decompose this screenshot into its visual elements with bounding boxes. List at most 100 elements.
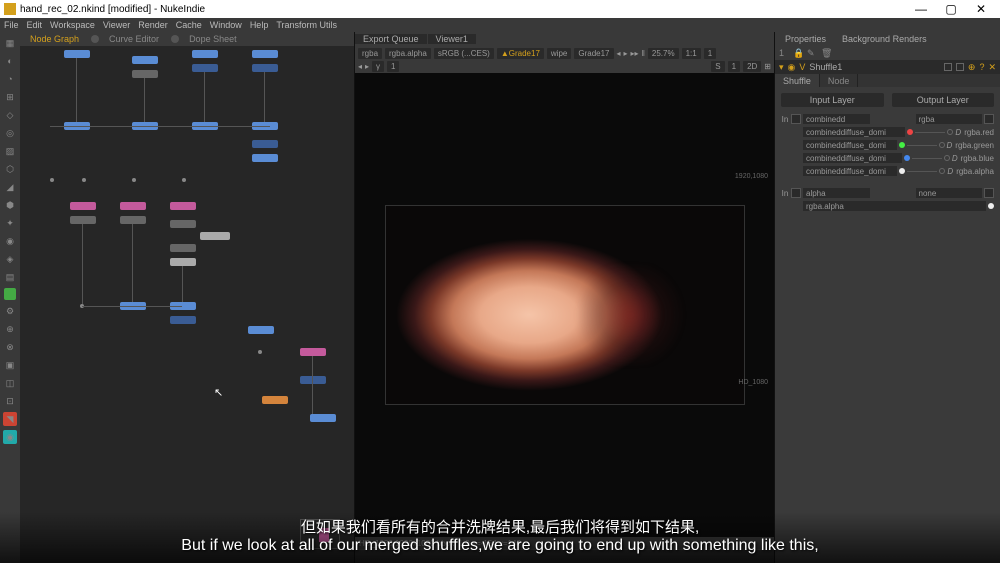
s-value[interactable]: 1 (728, 61, 740, 72)
subtab-shuffle[interactable]: Shuffle (775, 74, 820, 87)
node[interactable] (248, 326, 274, 334)
node[interactable] (252, 64, 278, 72)
color-swatch[interactable] (956, 63, 964, 71)
node[interactable] (252, 154, 278, 162)
pause-icon[interactable]: ‖ (642, 49, 645, 58)
input2-select[interactable] (791, 188, 801, 198)
thumbnail[interactable] (300, 519, 340, 549)
menu-render[interactable]: Render (138, 20, 168, 30)
menu-viewer[interactable]: Viewer (103, 20, 130, 30)
node[interactable] (310, 414, 336, 422)
node[interactable] (70, 216, 96, 224)
tab-dope-sheet[interactable]: Dope Sheet (179, 34, 247, 44)
s-label[interactable]: S (711, 61, 724, 72)
tool-channel-icon[interactable]: ⊞ (3, 90, 17, 104)
node[interactable] (70, 202, 96, 210)
alpha-select[interactable]: rgba.alpha (385, 48, 431, 59)
viewer-area[interactable]: 1920,1080 HD_1080 (355, 73, 774, 537)
tab-close-icon[interactable] (91, 35, 99, 43)
count-field[interactable]: 1 (779, 48, 789, 58)
tab-export-queue[interactable]: Export Queue (355, 34, 427, 44)
node[interactable] (192, 50, 218, 58)
menu-edit[interactable]: Edit (27, 20, 43, 30)
tool-e-icon[interactable]: ⊡ (3, 394, 17, 408)
node[interactable] (170, 202, 196, 210)
menu-workspace[interactable]: Workspace (50, 20, 95, 30)
minimize-button[interactable]: — (906, 2, 936, 16)
subtab-node[interactable]: Node (820, 74, 859, 87)
input-a-select[interactable]: ▲ Grade17 (497, 48, 544, 59)
node[interactable] (170, 258, 196, 266)
dot-node[interactable] (132, 178, 136, 182)
menu-cache[interactable]: Cache (176, 20, 202, 30)
tool-particles-icon[interactable]: ✦ (3, 216, 17, 230)
node[interactable] (132, 70, 158, 78)
tool-transform-icon[interactable]: ◢ (3, 180, 17, 194)
colorspace-select[interactable]: sRGB (...CES) (434, 48, 494, 59)
menu-file[interactable]: File (4, 20, 19, 30)
tab-bg-renders[interactable]: Background Renders (836, 34, 933, 44)
link-icon[interactable] (939, 142, 945, 148)
white-dot-icon[interactable] (899, 168, 905, 174)
help-icon[interactable]: ? (979, 62, 984, 72)
tool-3d-icon[interactable]: ⬢ (3, 198, 17, 212)
tool-d-icon[interactable]: ◫ (3, 376, 17, 390)
link-icon[interactable] (944, 155, 950, 161)
output2-opt[interactable] (984, 188, 994, 198)
red-dot-icon[interactable] (907, 129, 913, 135)
output2-layer-select[interactable]: none (916, 188, 983, 198)
node[interactable] (120, 202, 146, 210)
settings-icon[interactable]: ⊞ (764, 62, 771, 71)
tool-deep-icon[interactable]: ◉ (3, 234, 17, 248)
dot-node[interactable] (182, 178, 186, 182)
tool-color-icon[interactable]: ◇ (3, 108, 17, 122)
prev-icon[interactable]: ◂ (358, 62, 362, 71)
node-header[interactable]: ▾ ◉ V Shuffle1 ⊕ ? ✕ (775, 60, 1000, 74)
channel-select[interactable]: rgba (358, 48, 382, 59)
tab-close-icon[interactable] (171, 35, 179, 43)
tool-merge-icon[interactable]: ⬡ (3, 162, 17, 176)
channel-in-2[interactable]: combineddiffuse_domi (803, 140, 897, 150)
tab-viewer1[interactable]: Viewer1 (428, 34, 476, 44)
channel-in-3[interactable]: combineddiffuse_domi (803, 153, 902, 163)
tool-metadata-icon[interactable]: ▤ (3, 270, 17, 284)
node[interactable] (192, 64, 218, 72)
expand-icon[interactable]: ▾ (779, 62, 784, 73)
node[interactable] (170, 220, 196, 228)
tool-a-icon[interactable]: ⊕ (3, 322, 17, 336)
tool-keyer-icon[interactable]: ▨ (3, 144, 17, 158)
lock-icon[interactable]: 🔒 (793, 48, 803, 58)
tool-toolsets-icon[interactable] (4, 288, 16, 300)
input-select[interactable] (791, 114, 801, 124)
zoom-ratio[interactable]: 1:1 (682, 48, 701, 59)
color-swatch[interactable] (944, 63, 952, 71)
output-opt[interactable] (984, 114, 994, 124)
node[interactable] (262, 396, 288, 404)
trash-icon[interactable]: 🗑 (821, 48, 831, 58)
tool-filter-icon[interactable]: ◎ (3, 126, 17, 140)
blue-dot-icon[interactable] (904, 155, 910, 161)
input-b-select[interactable]: Grade17 (574, 48, 613, 59)
gamma-label[interactable]: γ (372, 61, 384, 72)
dot-node[interactable] (50, 178, 54, 182)
prev-frame-icon[interactable]: ◂ (617, 49, 621, 58)
channel-in-5[interactable]: rgba.alpha (803, 201, 986, 211)
node[interactable] (252, 50, 278, 58)
node[interactable] (170, 316, 196, 324)
tab-properties[interactable]: Properties (779, 34, 832, 44)
node[interactable] (252, 140, 278, 148)
next-frame-icon[interactable]: ▸▸ (631, 49, 639, 58)
link-icon[interactable] (947, 129, 953, 135)
proxy-scale[interactable]: 1 (704, 48, 716, 59)
tool-other-icon[interactable]: ⚙ (3, 304, 17, 318)
white-dot-icon[interactable] (988, 203, 994, 209)
close-node-icon[interactable]: ✕ (988, 62, 996, 73)
view-mode[interactable]: 2D (743, 61, 761, 72)
center-icon[interactable]: ⊕ (968, 62, 976, 73)
next-icon[interactable]: ▸ (365, 62, 369, 71)
tool-views-icon[interactable]: ◈ (3, 252, 17, 266)
node[interactable] (300, 376, 326, 384)
zoom-level[interactable]: 25.7% (648, 48, 679, 59)
green-dot-icon[interactable] (899, 142, 905, 148)
close-button[interactable]: ✕ (966, 2, 996, 16)
